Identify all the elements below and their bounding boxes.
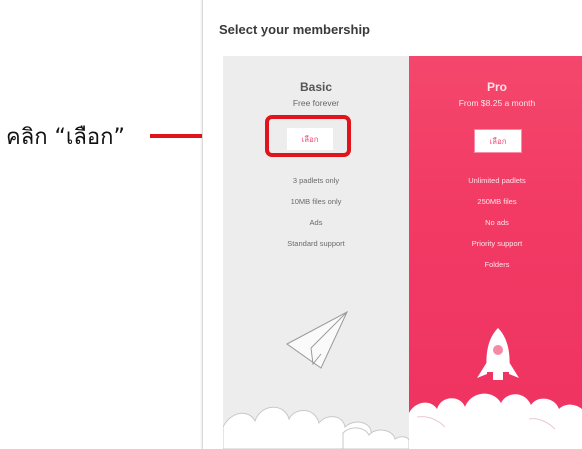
feature-item: 10MB files only (290, 197, 342, 206)
plan-name-pro: Pro (486, 80, 507, 94)
feature-list-basic: 3 padlets only 10MB files only Ads Stand… (223, 170, 409, 254)
plan-card-pro: Pro From $8.25 a month เลือก Unlimited p… (409, 56, 582, 449)
clouds-decoration (409, 393, 582, 449)
clouds-decoration (223, 406, 409, 449)
plan-price-pro: From $8.25 a month (458, 98, 536, 108)
plan-price-basic: Free forever (292, 98, 340, 108)
feature-item: Standard support (287, 239, 345, 248)
paper-plane-icon (286, 310, 349, 369)
highlight-box (265, 115, 351, 157)
dialog-title: Select your membership (219, 22, 370, 37)
feature-item: Unlimited padlets (468, 176, 526, 185)
instruction-label: คลิก “เลือก” (6, 125, 125, 150)
feature-item: 250MB files (477, 197, 517, 206)
feature-item: No ads (485, 218, 509, 227)
feature-list-pro: Unlimited padlets 250MB files No ads Pri… (409, 170, 582, 275)
membership-dialog: Select your membership Basic Free foreve… (202, 0, 582, 449)
plan-name-basic: Basic (299, 80, 333, 94)
feature-item: 3 padlets only (292, 176, 340, 185)
feature-item: Folders (484, 260, 510, 269)
select-pro-button[interactable]: เลือก (475, 130, 521, 152)
feature-item: Priority support (471, 239, 523, 248)
feature-item: Ads (309, 218, 323, 227)
